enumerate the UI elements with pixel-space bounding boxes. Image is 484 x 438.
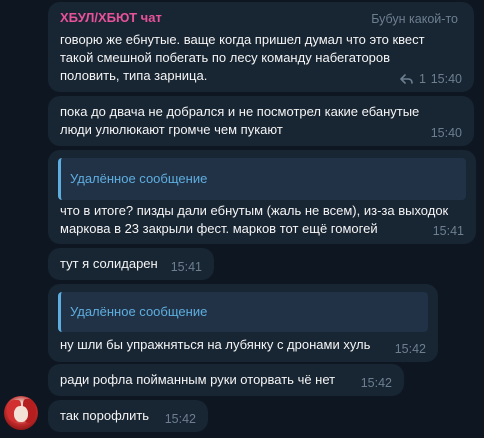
quote-text: Удалённое сообщение xyxy=(70,171,208,186)
message-text-line: такой смешной побегать по лесу команду н… xyxy=(60,50,391,65)
avatar-face xyxy=(14,406,28,422)
message-text-line: так порофлить xyxy=(60,408,150,423)
message-time: 15:42 xyxy=(394,342,426,356)
message-time: 15:41 xyxy=(170,260,202,274)
message-text-line: что в итоге? пизды дали ебнутым (жаль не… xyxy=(60,203,449,218)
reply-arrow-icon xyxy=(400,73,413,84)
message-text-line: половить, типа зарница. xyxy=(60,68,208,83)
message-bubble[interactable]: пока до двача не добрался и не посмотрел… xyxy=(48,96,474,146)
message-time: 15:42 xyxy=(360,376,392,390)
user-avatar[interactable] xyxy=(4,396,38,430)
message-bubble[interactable]: ради рофла пойманным руки оторвать чё не… xyxy=(48,364,404,396)
reply-quote[interactable]: Удалённое сообщение xyxy=(58,292,428,332)
message-text-line: ради рофла пойманным руки оторвать чё не… xyxy=(60,372,336,387)
message-text-line: маркова в 23 закрыли фест. марков тот ещ… xyxy=(60,221,378,236)
message-time: 15:40 xyxy=(430,126,462,140)
replies-indicator[interactable]: 1 xyxy=(400,72,426,86)
message-text-line: говорю же ебнутые. ваще когда пришел дум… xyxy=(60,32,425,47)
message-author[interactable]: ХБУЛ/ХБЮТ чат xyxy=(60,9,162,27)
author-subtitle: Бубун какой-то xyxy=(371,12,458,26)
message-text-line: ну шли бы упражняться на лубянку с дрона… xyxy=(60,337,371,352)
message-time: 15:40 xyxy=(430,72,462,86)
message-time: 15:41 xyxy=(432,224,464,238)
message-text-line: люди улюлюкают громче чем пукают xyxy=(60,122,283,137)
message-bubble[interactable]: Удалённое сообщение что в итоге? пизды д… xyxy=(48,150,476,244)
message-text-line: пока до двача не добрался и не посмотрел… xyxy=(60,104,420,119)
message-time: 15:42 xyxy=(164,412,196,426)
message-text-line: тут я солидарен xyxy=(60,256,158,271)
message-bubble[interactable]: Удалённое сообщение ну шли бы упражнятьс… xyxy=(48,284,438,362)
quote-text: Удалённое сообщение xyxy=(70,304,208,319)
message-bubble[interactable]: ХБУЛ/ХБЮТ чат Бубун какой-то говорю же е… xyxy=(48,2,474,92)
message-bubble[interactable]: тут я солидарен 15:41 xyxy=(48,248,214,280)
reply-quote[interactable]: Удалённое сообщение xyxy=(58,158,466,200)
chat-window[interactable]: ХБУЛ/ХБЮТ чат Бубун какой-то говорю же е… xyxy=(0,0,484,438)
message-bubble[interactable]: так порофлить 15:42 xyxy=(48,400,208,432)
reply-count: 1 xyxy=(419,72,426,86)
